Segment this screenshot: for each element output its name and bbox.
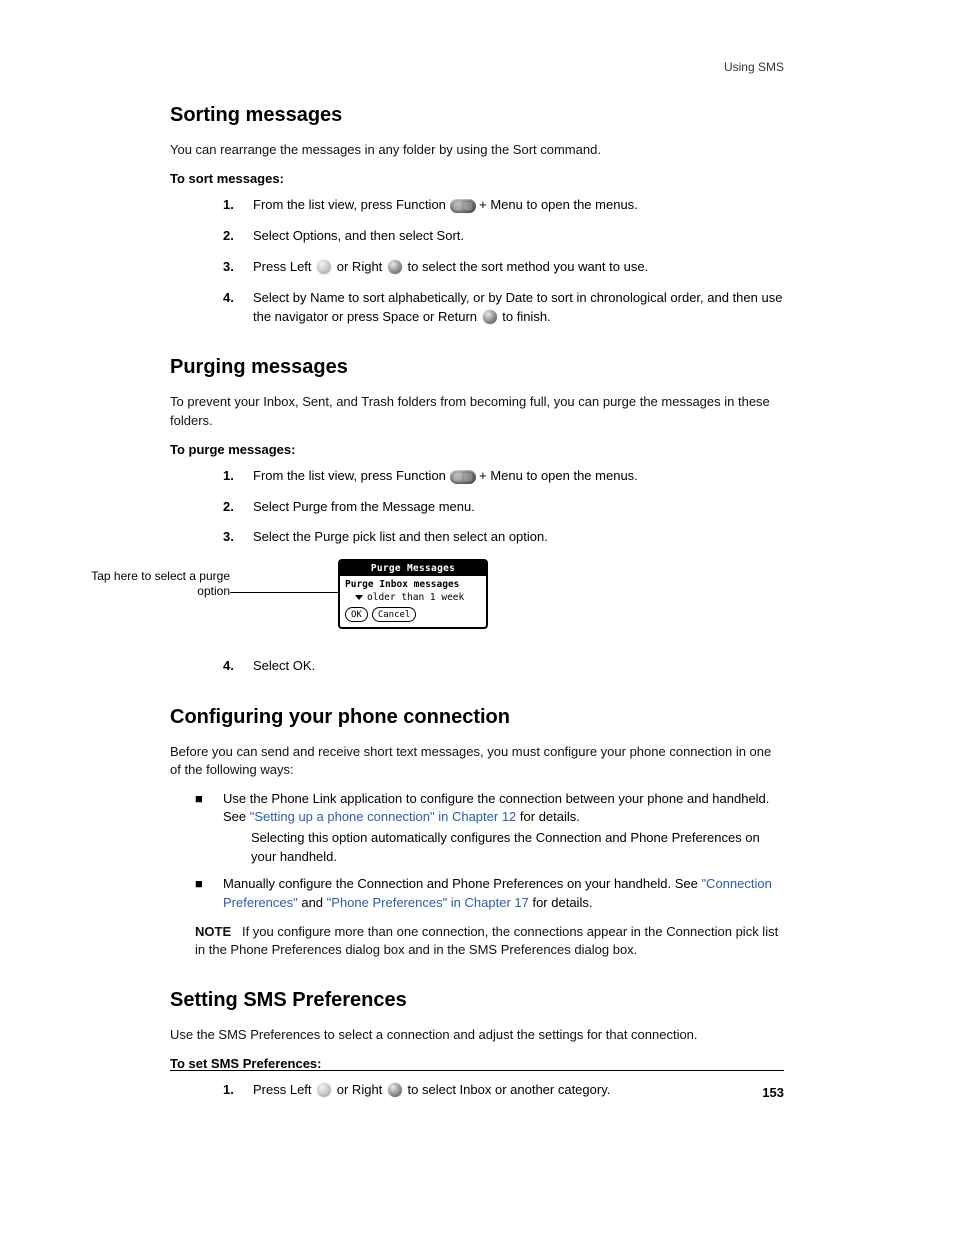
config-intro: Before you can send and receive short te… bbox=[170, 743, 784, 779]
text: or Right bbox=[337, 259, 386, 274]
heading-config: Configuring your phone connection bbox=[170, 706, 784, 729]
setprefs-intro: Use the SMS Preferences to select a conn… bbox=[170, 1026, 784, 1044]
text: to select the sort method you want to us… bbox=[408, 259, 649, 274]
dialog-body: Purge Inbox messages older than 1 week O… bbox=[340, 576, 486, 627]
purge-intro: To prevent your Inbox, Sent, and Trash f… bbox=[170, 393, 784, 429]
purge-step-2: Select Purge from the Message menu. bbox=[195, 498, 784, 517]
sort-steps: To sort messages: From the list view, pr… bbox=[170, 171, 784, 326]
text: for details. bbox=[532, 895, 592, 910]
text: to open the menus. bbox=[526, 197, 637, 212]
text: + Menu bbox=[479, 197, 526, 212]
nav-left-icon bbox=[317, 260, 331, 274]
sort-step-1: From the list view, press Function + Men… bbox=[195, 196, 784, 215]
return-icon bbox=[483, 310, 497, 324]
callout-line bbox=[230, 592, 338, 593]
content-column: Using SMS Sorting messages You can rearr… bbox=[170, 60, 784, 1112]
config-note: NOTE If you configure more than one conn… bbox=[195, 923, 784, 959]
link-phone-link-chapter12[interactable]: "Setting up a phone connection" in Chapt… bbox=[250, 809, 517, 824]
text: Press Left bbox=[253, 259, 315, 274]
picklist-value: older than 1 week bbox=[367, 592, 464, 603]
sort-steps-title: To sort messages: bbox=[170, 171, 784, 186]
purge-dialog: Purge Messages Purge Inbox messages olde… bbox=[338, 559, 488, 629]
setprefs-steps-title: To set SMS Preferences: bbox=[170, 1056, 784, 1071]
sort-step-4: Select by Name to sort alphabetically, o… bbox=[195, 289, 784, 327]
text: + Menu bbox=[479, 468, 526, 483]
function-menu-pill-icon bbox=[450, 470, 476, 484]
purge-step-3: Select the Purge pick list and then sele… bbox=[195, 528, 784, 547]
text: Manually configure the Connection and Ph… bbox=[223, 876, 701, 891]
text: From the list view, press Function bbox=[253, 197, 450, 212]
dropdown-icon bbox=[355, 595, 363, 600]
heading-setprefs: Setting SMS Preferences bbox=[170, 989, 784, 1012]
purge-picklist[interactable]: older than 1 week bbox=[355, 592, 481, 603]
text: From the list view, press Function bbox=[253, 468, 450, 483]
purge-steps-title: To purge messages: bbox=[170, 442, 784, 457]
config-bullet-2: Manually configure the Connection and Ph… bbox=[223, 875, 784, 913]
page: Using SMS Sorting messages You can rearr… bbox=[0, 0, 954, 1235]
purge-step-4: Select OK. bbox=[195, 657, 784, 676]
config-bullet-1: Use the Phone Link application to config… bbox=[223, 790, 784, 867]
nav-right-icon bbox=[388, 260, 402, 274]
note-body: If you configure more than one connectio… bbox=[195, 924, 778, 957]
footer-rule bbox=[170, 1070, 784, 1071]
purge-steps: To purge messages: From the list view, p… bbox=[170, 442, 784, 548]
function-menu-pill-icon bbox=[450, 199, 476, 213]
ok-button[interactable]: OK bbox=[345, 607, 368, 622]
dialog-title: Purge Messages bbox=[340, 561, 486, 576]
purge-step-1: From the list view, press Function + Men… bbox=[195, 467, 784, 486]
note-label: NOTE bbox=[195, 924, 231, 939]
text: and bbox=[301, 895, 326, 910]
link-phone-prefs-ch17[interactable]: "Phone Preferences" in Chapter 17 bbox=[327, 895, 529, 910]
text: for details. bbox=[520, 809, 580, 824]
text: to open the menus. bbox=[526, 468, 637, 483]
page-number: 153 bbox=[170, 1085, 784, 1100]
heading-purging: Purging messages bbox=[170, 356, 784, 379]
dialog-line1: Purge Inbox messages bbox=[345, 579, 481, 590]
sort-step-3: Press Left or Right to select the sort m… bbox=[195, 258, 784, 277]
sort-intro: You can rearrange the messages in any fo… bbox=[170, 141, 784, 159]
heading-sorting: Sorting messages bbox=[170, 104, 784, 127]
running-header: Using SMS bbox=[170, 60, 784, 74]
config-bullet-1-sub: Selecting this option automatically conf… bbox=[251, 829, 784, 867]
cancel-button[interactable]: Cancel bbox=[372, 607, 417, 622]
sort-step-2: Select Options, and then select Sort. bbox=[195, 227, 784, 246]
purge-dialog-figure: Tap here to select a purge option Purge … bbox=[170, 559, 784, 639]
callout-text: Tap here to select a purge option bbox=[90, 569, 230, 598]
text: to finish. bbox=[502, 309, 550, 324]
